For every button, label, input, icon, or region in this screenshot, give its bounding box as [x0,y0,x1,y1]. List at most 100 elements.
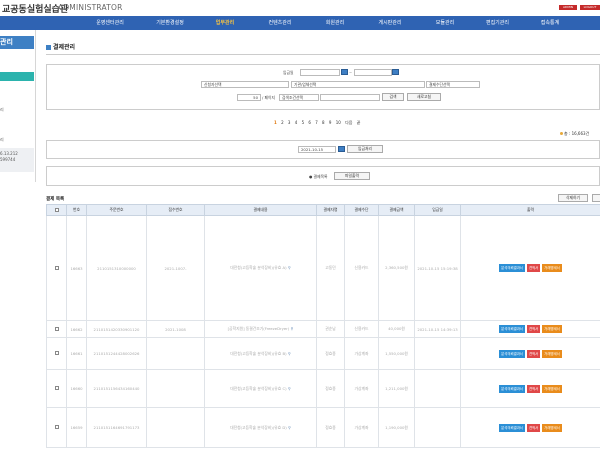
nav-item-members[interactable]: 회원관리 [310,16,360,30]
cell-content[interactable]: 대전청(고등학술 분석장비)(유효 A) ⚲ [204,215,317,321]
estimate-button[interactable]: 견적서 [526,264,541,272]
applicant-select[interactable]: 신청자선택 [201,81,289,88]
sidebar-heading: 관리 [0,36,34,49]
page-link[interactable]: 2 [281,120,284,125]
nav-item-stats[interactable]: 접속통계 [525,16,575,30]
page-link[interactable]: 1 [274,120,277,125]
row-checkbox [54,425,59,429]
report-button[interactable]: 분석의뢰결과서 [499,384,525,393]
calendar-icon[interactable] [392,69,399,75]
date-separator: ~ [349,70,353,75]
nav-item-operations[interactable]: 운영센터관리 [80,16,140,30]
statement-button[interactable]: 거래명세서 [542,349,562,358]
cell-amount: 1,190,000원 [378,407,415,448]
keyword-input[interactable] [320,94,380,101]
report-button[interactable]: 분석의뢰결과서 [499,423,525,432]
total-count: 총 : 16,663건 [560,131,589,137]
table-header: 번호 주문번호 접수번호 결제내용 결제자명 결제수단 결제금액 입금일 출력 [46,204,600,216]
page-link[interactable]: 10 [336,120,341,125]
page-link[interactable]: 3 [288,120,291,125]
estimate-button[interactable]: 견적서 [526,349,541,358]
bullet-icon [560,132,563,135]
nav-item-boards[interactable]: 게시판관리 [360,16,420,30]
estimate-button[interactable]: 견적서 [526,325,541,333]
reset-button[interactable]: 새로고침 [407,93,441,101]
cell-amount: 40,000원 [378,320,415,338]
nav-item-modules[interactable]: 모듈관리 [420,16,470,30]
admin-button[interactable]: ADMIN [559,5,577,10]
col-content: 결제내용 [204,204,317,216]
pagination: 1 2 3 4 5 6 7 8 9 10 다음 끝 [274,120,363,126]
calendar-icon[interactable] [338,146,345,152]
date-from-input[interactable] [300,69,340,76]
page-link[interactable]: 9 [329,120,332,125]
cell-order: 2110151156434160440 [86,369,147,408]
excel-button[interactable]: 파일출력 [334,172,370,180]
date-to-input[interactable] [354,69,392,76]
cell-payer: 정효종 [316,407,345,448]
method-select[interactable]: 결제수단선택 [426,81,480,88]
condition-select[interactable]: 검색조건선택 [279,94,319,101]
cell-amount: 2,360,500원 [378,215,415,321]
sidebar-item-2[interactable]: 리 [0,137,4,143]
statement-button[interactable]: 거래명세서 [542,264,562,272]
row-checkbox [54,326,59,331]
cell-no: 16660 [66,369,87,408]
nav-item-settings[interactable]: 기본환경설정 [140,16,200,30]
statement-button[interactable]: 거래명세서 [542,384,562,393]
deposit-button[interactable]: 입금처리 [347,145,383,153]
cell-order: 2110151420330901120 [86,320,147,338]
cell-method: 가상계좌 [344,407,379,448]
estimate-button[interactable]: 견적서 [526,423,541,432]
deposit-date-input[interactable]: 2021-10-15 [298,146,336,153]
search-icon: ⚲ [287,385,291,391]
cell-content[interactable]: [공학지원] 동결건조기(FreezeDryer) ⚲ [204,320,317,338]
search-icon: ⚲ [290,326,294,331]
sidebar-active-item[interactable] [0,72,34,81]
cell-no: 16661 [66,337,87,370]
page-size-input[interactable]: 50 [237,94,261,101]
report-button[interactable]: 분석의뢰결과서 [499,264,525,272]
page-size-label: / 페이지 [262,95,275,100]
nav-item-editor[interactable]: 편집기관리 [470,16,525,30]
cell-content[interactable]: 대전청(고등학술 분석장비)(유효 B) ⚲ [204,337,317,370]
cell-paid: 2021-10-15 14:39:13 [414,320,461,338]
statement-button[interactable]: 거래명세서 [542,325,562,333]
page-last[interactable]: 끝 [357,120,361,125]
sidebar-item-1[interactable]: 리 [0,107,4,113]
col-check[interactable] [46,204,67,216]
page-next[interactable]: 다음 [345,120,352,125]
row-checkbox [54,386,59,390]
page-link[interactable]: 8 [322,120,325,125]
col-amount: 결제금액 [378,204,415,216]
row-checkbox [54,265,59,270]
table-row: 16660 2110151156434160440 대전청(고등학술 분석장비)… [46,369,600,408]
cell-amount: 1,211,000원 [378,369,415,408]
deposit-panel: 2021-10-15 입금처리 [46,140,600,159]
table-row: 16663 2110151310000000 2021-1007- 대전청(고등… [46,215,600,321]
list-title: 결제 목록 [46,197,65,202]
excel-label: ● 결제목록 [309,174,328,179]
report-button[interactable]: 분석의뢰결과서 [499,349,525,358]
cell-receipt [146,369,205,408]
org-select[interactable]: 기관/업체선택 [291,81,425,88]
statement-button[interactable]: 거래명세서 [542,423,562,432]
col-payer: 결제자명 [316,204,345,216]
nav-item-contents[interactable]: 컨텐츠관리 [250,16,310,30]
page-link[interactable]: 7 [315,120,318,125]
cell-content[interactable]: 대전청(고등학술 분석장비)(유효 D) ⚲ [204,407,317,448]
cell-content[interactable]: 대전청(고등학술 분석장비)(유효 C) ⚲ [204,369,317,408]
nav-item-work[interactable]: 업무관리 [200,16,250,30]
page-link[interactable]: 4 [295,120,298,125]
logout-button[interactable]: LOGOUT [580,5,600,10]
col-method: 결제수단 [344,204,379,216]
title-divider [46,54,600,55]
estimate-button[interactable]: 견적서 [526,384,541,393]
report-button[interactable]: 분석의뢰결과서 [499,325,525,333]
search-button[interactable]: 검색 [382,93,404,101]
delete-button[interactable]: 삭제하기 [558,194,588,202]
page-link[interactable]: 6 [308,120,311,125]
more-button[interactable] [592,194,600,202]
page-link[interactable]: 5 [302,120,305,125]
calendar-icon[interactable] [341,69,348,75]
